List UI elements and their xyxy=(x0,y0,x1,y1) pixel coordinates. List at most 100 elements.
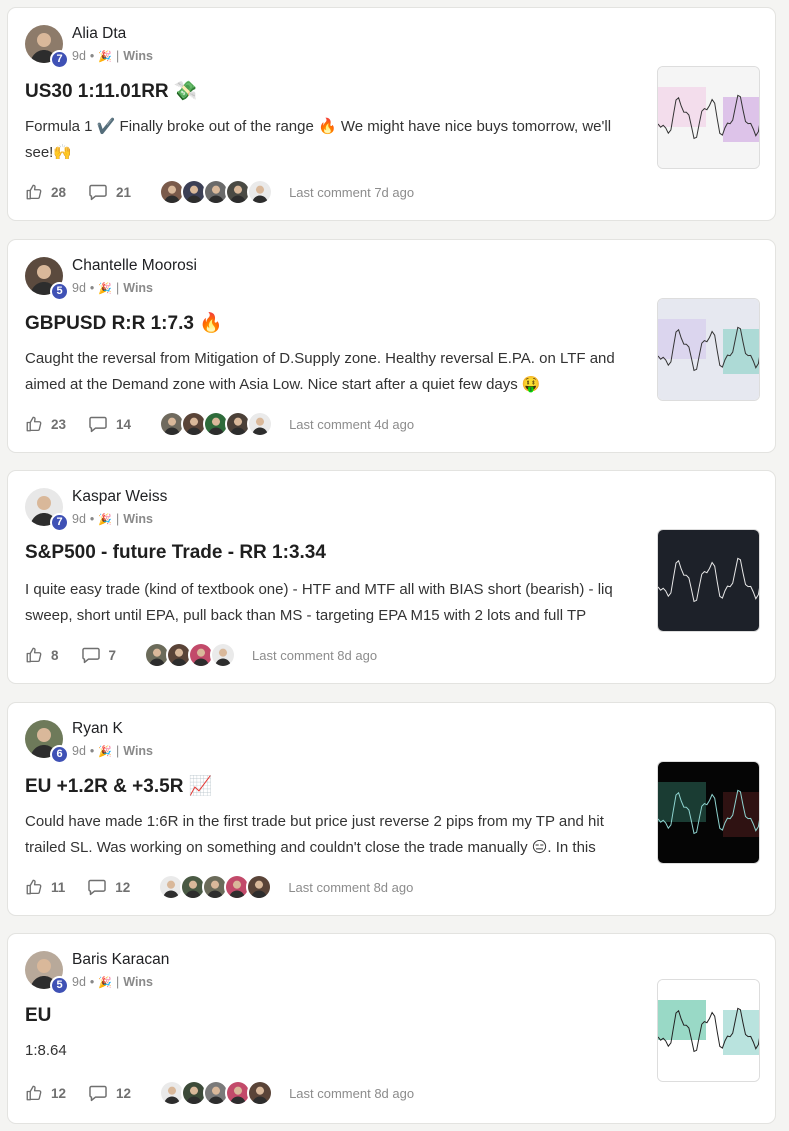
post-meta: 9d • 🎉 | Wins xyxy=(72,975,153,989)
commenter-avatar[interactable] xyxy=(210,642,237,668)
meta-separator: • xyxy=(89,49,95,63)
meta-separator: • xyxy=(89,281,95,295)
thumbs-up-icon xyxy=(25,1084,43,1102)
commenter-avatars[interactable] xyxy=(144,642,237,668)
post-age: 9d xyxy=(72,975,86,989)
post-age: 9d xyxy=(72,281,86,295)
post-meta: 9d • 🎉 | Wins xyxy=(72,512,153,526)
category-label[interactable]: Wins xyxy=(123,281,153,295)
commenter-avatar[interactable] xyxy=(247,1080,274,1106)
post-card[interactable]: 6 Ryan K 9d • 🎉 | Wins EU +1.2R & +3.5R 📈 Could … xyxy=(7,702,776,916)
author-name[interactable]: Kaspar Weiss xyxy=(72,488,167,506)
category-label[interactable]: Wins xyxy=(123,512,153,526)
commenter-avatar[interactable] xyxy=(246,874,273,900)
author-avatar-container[interactable]: 5 xyxy=(25,951,69,995)
level-badge: 6 xyxy=(50,745,69,764)
author-avatar-container[interactable]: 7 xyxy=(25,488,69,532)
author-name[interactable]: Ryan K xyxy=(72,720,123,738)
category-label[interactable]: Wins xyxy=(123,975,153,989)
post-title[interactable]: GBPUSD R:R 1:7.3 🔥 xyxy=(25,311,223,335)
commenter-avatars[interactable] xyxy=(159,179,274,205)
like-button[interactable]: 12 xyxy=(25,1084,66,1102)
comment-button[interactable]: 12 xyxy=(87,878,130,896)
like-button[interactable]: 28 xyxy=(25,183,66,201)
author-name[interactable]: Baris Karacan xyxy=(72,951,169,969)
party-popper-icon: 🎉 xyxy=(98,50,112,63)
last-comment-time: Last comment 8d ago xyxy=(289,1085,415,1101)
chart-thumbnail[interactable] xyxy=(657,979,760,1082)
party-popper-icon: 🎉 xyxy=(98,745,112,758)
like-button[interactable]: 8 xyxy=(25,646,59,664)
comment-button[interactable]: 12 xyxy=(88,1084,131,1102)
comment-button[interactable]: 21 xyxy=(88,183,131,201)
thumbs-up-icon xyxy=(25,878,43,896)
thumbs-up-icon xyxy=(25,415,43,433)
post-footer: 12 12 Last comment 8d ago xyxy=(25,1080,625,1106)
comment-count: 12 xyxy=(115,879,131,895)
author-avatar-container[interactable]: 6 xyxy=(25,720,69,764)
comment-bubble-icon xyxy=(88,1084,108,1102)
post-title[interactable]: EU +1.2R & +3.5R 📈 xyxy=(25,774,212,798)
post-title[interactable]: EU xyxy=(25,1005,51,1027)
chart-thumbnail[interactable] xyxy=(657,529,760,632)
commenter-avatars[interactable] xyxy=(159,411,274,437)
like-count: 8 xyxy=(51,647,59,663)
like-count: 12 xyxy=(51,1085,67,1101)
last-comment-time: Last comment 4d ago xyxy=(289,416,415,432)
like-button[interactable]: 11 xyxy=(25,878,65,896)
author-avatar-container[interactable]: 7 xyxy=(25,25,69,69)
level-badge: 7 xyxy=(50,50,69,69)
post-footer: 11 12 Last comment 8d ago xyxy=(25,874,625,900)
post-card[interactable]: 7 Kaspar Weiss 9d • 🎉 | Wins S&P500 - future Tr… xyxy=(7,470,776,684)
author-name[interactable]: Alia Dta xyxy=(72,25,126,43)
level-badge: 5 xyxy=(50,282,69,301)
comment-bubble-icon xyxy=(88,415,108,433)
category-label[interactable]: Wins xyxy=(123,744,153,758)
post-age: 9d xyxy=(72,744,86,758)
post-meta: 9d • 🎉 | Wins xyxy=(72,49,153,63)
post-body[interactable]: Could have made 1:6R in the first trade … xyxy=(25,809,625,861)
comment-bubble-icon xyxy=(87,878,107,896)
meta-divider: | xyxy=(116,281,120,295)
meta-divider: | xyxy=(116,512,120,526)
meta-separator: • xyxy=(89,744,95,758)
category-label[interactable]: Wins xyxy=(123,49,153,63)
post-card[interactable]: 7 Alia Dta 9d • 🎉 | Wins US30 1:11.01RR 💸 Formul… xyxy=(7,7,776,221)
comment-count: 21 xyxy=(116,184,132,200)
author-avatar-container[interactable]: 5 xyxy=(25,257,69,301)
comment-bubble-icon xyxy=(81,646,101,664)
last-comment-time: Last comment 7d ago xyxy=(289,184,415,200)
thumbs-up-icon xyxy=(25,183,43,201)
post-footer: 8 7 Last comment 8d ago xyxy=(25,642,625,668)
post-card[interactable]: 5 Chantelle Moorosi 9d • 🎉 | Wins GBPUSD R:R 1:… xyxy=(7,239,776,453)
post-title[interactable]: S&P500 - future Trade - RR 1:3.34 xyxy=(25,542,326,564)
commenter-avatar[interactable] xyxy=(247,411,274,437)
last-comment-time: Last comment 8d ago xyxy=(288,879,414,895)
chart-thumbnail[interactable] xyxy=(657,298,760,401)
commenter-avatars[interactable] xyxy=(159,1080,274,1106)
post-footer: 23 14 Last comment 4d ago xyxy=(25,411,625,437)
commenter-avatars[interactable] xyxy=(158,874,273,900)
party-popper-icon: 🎉 xyxy=(98,282,112,295)
post-body[interactable]: 1:8.64 xyxy=(25,1038,625,1064)
post-body[interactable]: Formula 1 ✔️ Finally broke out of the ra… xyxy=(25,114,625,166)
post-card[interactable]: 5 Baris Karacan 9d • 🎉 | Wins EU 1:8.64 12 12 Last … xyxy=(7,933,776,1124)
meta-divider: | xyxy=(116,975,120,989)
chart-thumbnail[interactable] xyxy=(657,761,760,864)
level-badge: 7 xyxy=(50,513,69,532)
level-badge: 5 xyxy=(50,976,69,995)
post-body[interactable]: Caught the reversal from Mitigation of D… xyxy=(25,346,625,398)
post-title[interactable]: US30 1:11.01RR 💸 xyxy=(25,79,198,103)
party-popper-icon: 🎉 xyxy=(98,976,112,989)
comment-count: 12 xyxy=(116,1085,132,1101)
comment-count: 7 xyxy=(108,647,117,663)
comment-button[interactable]: 14 xyxy=(88,415,131,433)
like-button[interactable]: 23 xyxy=(25,415,66,433)
author-name[interactable]: Chantelle Moorosi xyxy=(72,257,197,275)
post-age: 9d xyxy=(72,512,86,526)
post-body[interactable]: I quite easy trade (kind of textbook one… xyxy=(25,577,625,629)
commenter-avatar[interactable] xyxy=(247,179,274,205)
meta-divider: | xyxy=(116,744,120,758)
chart-thumbnail[interactable] xyxy=(657,66,760,169)
comment-button[interactable]: 7 xyxy=(81,646,117,664)
